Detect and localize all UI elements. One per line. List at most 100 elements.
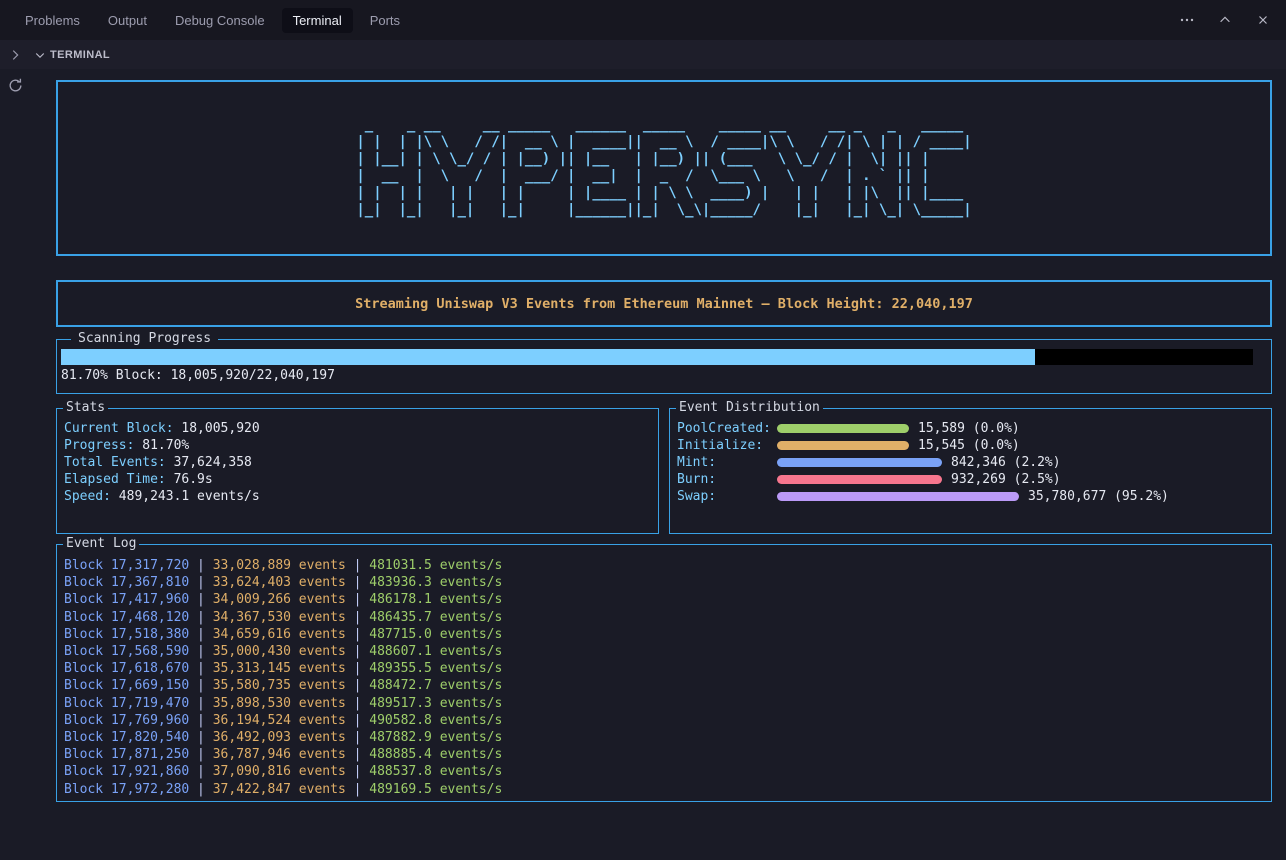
terminal-content: _ _ __ __ _____ ______ _____ _____ __ __… bbox=[30, 69, 1286, 860]
panel-tab-output[interactable]: Output bbox=[97, 8, 158, 33]
log-speed: 487715.0 events/s bbox=[369, 627, 502, 642]
terminal-header-label: TERMINAL bbox=[50, 49, 110, 61]
stat-label: Current Block: bbox=[64, 421, 174, 436]
log-separator: | bbox=[346, 575, 369, 590]
stat-label: Progress: bbox=[64, 438, 134, 453]
log-block: Block 17,820,540 bbox=[64, 730, 189, 745]
stat-row: Progress: 81.70% bbox=[64, 437, 648, 454]
log-events: 35,000,430 events bbox=[213, 644, 346, 659]
log-block: Block 17,871,250 bbox=[64, 747, 189, 762]
stat-label: Total Events: bbox=[64, 455, 166, 470]
log-events: 36,492,093 events bbox=[213, 730, 346, 745]
terminal-collapse-toggle[interactable]: TERMINAL bbox=[34, 49, 110, 61]
log-speed: 486178.1 events/s bbox=[369, 592, 502, 607]
sync-icon[interactable] bbox=[7, 77, 24, 98]
distribution-box-title: Event Distribution bbox=[676, 400, 823, 416]
stats-rows: Current Block: 18,005,920Progress: 81.70… bbox=[64, 420, 648, 505]
more-actions-icon[interactable] bbox=[1178, 11, 1196, 29]
stats-and-distribution-row: Stats Current Block: 18,005,920Progress:… bbox=[56, 408, 1272, 534]
stats-box: Stats Current Block: 18,005,920Progress:… bbox=[56, 408, 659, 534]
panel-tab-ports[interactable]: Ports bbox=[359, 8, 411, 33]
progress-box-title: Scanning Progress bbox=[71, 331, 218, 347]
terminal-section-header: TERMINAL bbox=[0, 40, 1286, 69]
stat-row: Current Block: 18,005,920 bbox=[64, 420, 648, 437]
log-speed: 483936.3 events/s bbox=[369, 575, 502, 590]
distribution-value: 842,346 (2.2%) bbox=[951, 455, 1061, 470]
panel-tab-problems[interactable]: Problems bbox=[14, 8, 91, 33]
event-log-row: Block 17,518,380 | 34,659,616 events | 4… bbox=[64, 626, 1261, 643]
close-panel-icon[interactable] bbox=[1254, 11, 1272, 29]
event-log-row: Block 17,417,960 | 34,009,266 events | 4… bbox=[64, 591, 1261, 608]
log-separator: | bbox=[346, 678, 369, 693]
banner-box: _ _ __ __ _____ ______ _____ _____ __ __… bbox=[56, 80, 1272, 256]
distribution-value: 15,545 (0.0%) bbox=[918, 438, 1020, 453]
log-separator: | bbox=[346, 782, 369, 797]
log-separator: | bbox=[346, 644, 369, 659]
distribution-bar bbox=[777, 424, 909, 433]
expand-chevron-icon[interactable] bbox=[8, 48, 24, 62]
log-block: Block 17,618,670 bbox=[64, 661, 189, 676]
panel-tab-terminal[interactable]: Terminal bbox=[282, 8, 353, 33]
event-log-row: Block 17,367,810 | 33,624,403 events | 4… bbox=[64, 574, 1261, 591]
log-events: 35,313,145 events bbox=[213, 661, 346, 676]
log-block: Block 17,669,150 bbox=[64, 678, 189, 693]
log-separator: | bbox=[346, 713, 369, 728]
log-speed: 487882.9 events/s bbox=[369, 730, 502, 745]
log-speed: 489517.3 events/s bbox=[369, 696, 502, 711]
distribution-value: 932,269 (2.5%) bbox=[951, 472, 1061, 487]
stat-row: Speed: 489,243.1 events/s bbox=[64, 488, 648, 505]
panel-tab-debug-console[interactable]: Debug Console bbox=[164, 8, 276, 33]
panel-actions bbox=[1178, 11, 1272, 29]
stream-subtitle: Streaming Uniswap V3 Events from Ethereu… bbox=[355, 296, 973, 312]
log-events: 34,659,616 events bbox=[213, 627, 346, 642]
distribution-row: PoolCreated: 15,589 (0.0%) bbox=[677, 420, 1261, 437]
log-separator: | bbox=[346, 627, 369, 642]
log-block: Block 17,769,960 bbox=[64, 713, 189, 728]
distribution-bar bbox=[777, 458, 942, 467]
log-separator: | bbox=[189, 678, 212, 693]
distribution-row: Swap: 35,780,677 (95.2%) bbox=[677, 488, 1261, 505]
panel-tabs: ProblemsOutputDebug ConsoleTerminalPorts bbox=[14, 8, 411, 33]
progress-label: 81.70% Block: 18,005,920/22,040,197 bbox=[61, 368, 1253, 383]
log-speed: 489355.5 events/s bbox=[369, 661, 502, 676]
log-separator: | bbox=[189, 713, 212, 728]
log-speed: 490582.8 events/s bbox=[369, 713, 502, 728]
log-block: Block 17,921,860 bbox=[64, 764, 189, 779]
stat-label: Speed: bbox=[64, 489, 111, 504]
log-speed: 488537.8 events/s bbox=[369, 764, 502, 779]
log-block: Block 17,518,380 bbox=[64, 627, 189, 642]
chevron-down-icon bbox=[34, 49, 46, 61]
distribution-label: Initialize: bbox=[677, 438, 777, 453]
log-speed: 488885.4 events/s bbox=[369, 747, 502, 762]
log-block: Block 17,417,960 bbox=[64, 592, 189, 607]
event-log-box-title: Event Log bbox=[63, 536, 139, 552]
log-separator: | bbox=[346, 730, 369, 745]
stat-value: 37,624,358 bbox=[166, 455, 252, 470]
log-events: 34,009,266 events bbox=[213, 592, 346, 607]
log-block: Block 17,972,280 bbox=[64, 782, 189, 797]
log-separator: | bbox=[189, 661, 212, 676]
maximize-panel-icon[interactable] bbox=[1216, 11, 1234, 29]
event-log-row: Block 17,317,720 | 33,028,889 events | 4… bbox=[64, 557, 1261, 574]
panel-tab-bar: ProblemsOutputDebug ConsoleTerminalPorts bbox=[0, 0, 1286, 40]
scanning-progress-box: Scanning Progress 81.70% Block: 18,005,9… bbox=[56, 339, 1272, 394]
progress-bar-fill bbox=[61, 349, 1035, 365]
log-events: 33,624,403 events bbox=[213, 575, 346, 590]
log-separator: | bbox=[189, 782, 212, 797]
log-separator: | bbox=[346, 592, 369, 607]
log-events: 36,194,524 events bbox=[213, 713, 346, 728]
log-events: 34,367,530 events bbox=[213, 610, 346, 625]
log-separator: | bbox=[189, 747, 212, 762]
log-speed: 488472.7 events/s bbox=[369, 678, 502, 693]
log-events: 33,028,889 events bbox=[213, 558, 346, 573]
log-speed: 486435.7 events/s bbox=[369, 610, 502, 625]
distribution-label: Burn: bbox=[677, 472, 777, 487]
log-separator: | bbox=[346, 661, 369, 676]
log-block: Block 17,468,120 bbox=[64, 610, 189, 625]
log-separator: | bbox=[189, 644, 212, 659]
event-log-row: Block 17,669,150 | 35,580,735 events | 4… bbox=[64, 677, 1261, 694]
event-log-row: Block 17,820,540 | 36,492,093 events | 4… bbox=[64, 729, 1261, 746]
left-gutter bbox=[0, 69, 30, 860]
log-separator: | bbox=[189, 627, 212, 642]
log-separator: | bbox=[189, 558, 212, 573]
